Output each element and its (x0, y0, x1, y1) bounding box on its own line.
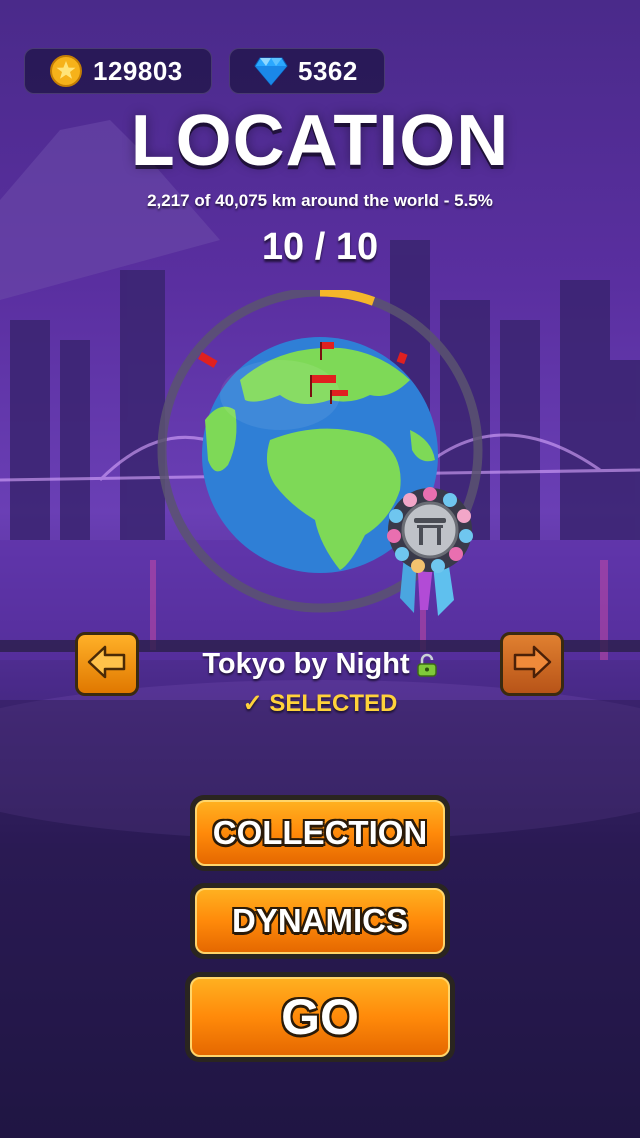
globe-display (150, 287, 490, 630)
go-button[interactable]: GO (185, 972, 455, 1062)
gold-coin-star-icon (49, 54, 83, 88)
torii-gate-medal-icon (387, 487, 473, 616)
dynamics-button-label: DYNAMICS (195, 888, 445, 954)
unlocked-padlock-icon (416, 653, 438, 677)
location-name: Tokyo by Night (202, 648, 410, 680)
collection-button-label: COLLECTION (195, 800, 445, 866)
page-title: LOCATION (130, 101, 510, 181)
location-name-row: Tokyo by Night (150, 648, 490, 681)
gem-balance: 5362 (229, 48, 385, 94)
collection-button[interactable]: COLLECTION (190, 795, 450, 871)
arrow-right-icon (512, 645, 552, 684)
blue-diamond-icon (254, 54, 288, 88)
previous-location-button[interactable] (75, 632, 139, 696)
go-button-label: GO (190, 977, 450, 1057)
gem-count: 5362 (298, 55, 358, 86)
dynamics-button[interactable]: DYNAMICS (190, 883, 450, 959)
arrow-left-icon (87, 645, 127, 684)
location-progress: 10 / 10 (261, 226, 379, 268)
coin-balance: 129803 (24, 48, 212, 94)
distance-subtitle: 2,217 of 40,075 km around the world - 5.… (147, 191, 493, 210)
selected-status: ✓ SELECTED (242, 690, 398, 717)
next-location-button[interactable] (500, 632, 564, 696)
coin-count: 129803 (93, 55, 183, 86)
